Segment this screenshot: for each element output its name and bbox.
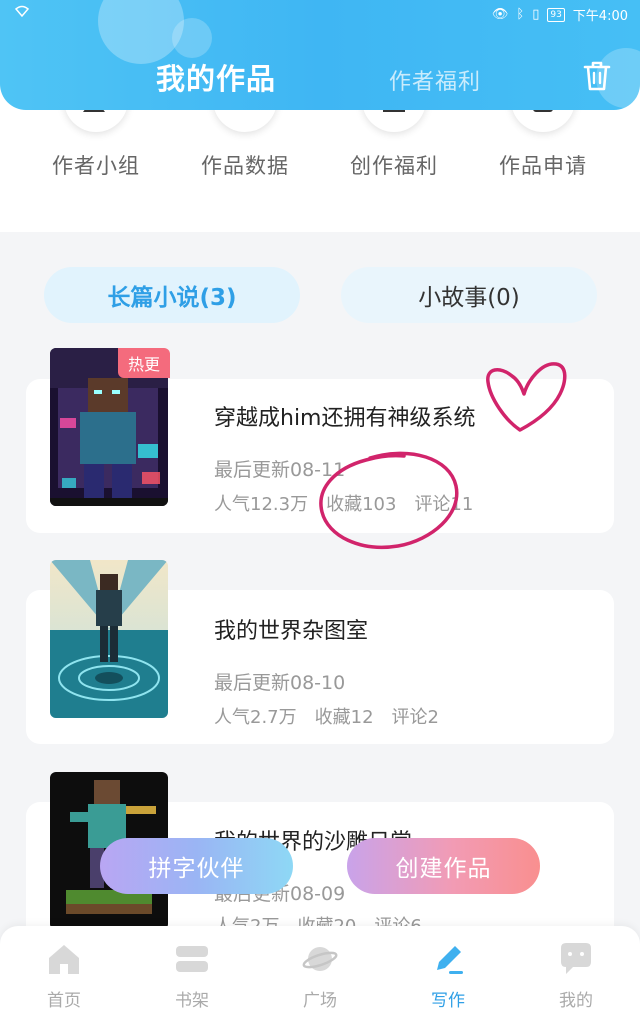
status-icons: 👁 ᛒ ▯ 93 下午4:00 bbox=[492, 5, 628, 24]
tab-short-stories[interactable]: 小故事(0) bbox=[341, 267, 597, 323]
work-comments: 评论2 bbox=[391, 707, 439, 728]
work-title[interactable]: 我的世界杂图室 bbox=[214, 613, 368, 645]
tab-long-novels[interactable]: 长篇小说(3) bbox=[44, 267, 300, 323]
eye-icon: 👁 bbox=[491, 7, 509, 22]
category-label: 作者小组 bbox=[52, 154, 140, 178]
bottom-nav: 首页 书架 广场 写作 我的 bbox=[0, 926, 640, 1024]
work-favorites: 收藏12 bbox=[314, 707, 374, 728]
nav-home[interactable]: 首页 bbox=[24, 940, 104, 1011]
work-stats: 人气2.7万 收藏12 评论2 bbox=[214, 703, 439, 729]
work-cover-image[interactable] bbox=[50, 560, 168, 718]
trash-icon[interactable] bbox=[582, 60, 612, 92]
status-time: 下午4:00 bbox=[572, 9, 628, 24]
nav-write[interactable]: 写作 bbox=[408, 940, 488, 1011]
home-icon bbox=[49, 945, 79, 974]
planet-icon bbox=[302, 947, 338, 971]
nav-label: 首页 bbox=[47, 991, 81, 1011]
battery-icon: 93 bbox=[547, 7, 565, 22]
nav-bookshelf[interactable]: 书架 bbox=[152, 940, 232, 1011]
nav-label: 我的 bbox=[559, 991, 593, 1011]
status-bar: 👁 ᛒ ▯ 93 下午4:00 bbox=[0, 0, 640, 28]
work-popularity: 人气12.3万 bbox=[214, 494, 309, 515]
category-label: 作品申请 bbox=[499, 154, 587, 178]
category-label: 作品数据 bbox=[201, 154, 289, 178]
work-stats: 人气12.3万 收藏103 评论11 bbox=[214, 490, 473, 516]
nav-label: 写作 bbox=[431, 991, 465, 1011]
work-comments: 评论11 bbox=[414, 494, 474, 515]
nav-plaza[interactable]: 广场 bbox=[280, 940, 360, 1011]
writing-partner-button[interactable]: 拼字伙伴 bbox=[100, 838, 293, 894]
nav-mine[interactable]: 我的 bbox=[536, 940, 616, 1011]
work-title[interactable]: 穿越成him还拥有神级系统 bbox=[214, 400, 476, 432]
pen-icon bbox=[437, 946, 463, 974]
bluetooth-icon: ᛒ bbox=[516, 7, 525, 22]
work-updated: 最后更新08-11 bbox=[214, 459, 346, 481]
nav-label: 书架 bbox=[175, 991, 209, 1011]
cover-art-2 bbox=[50, 560, 168, 718]
hot-update-badge: 热更 bbox=[118, 348, 170, 378]
nav-label: 广场 bbox=[303, 991, 337, 1011]
work-favorites: 收藏103 bbox=[326, 494, 397, 515]
tab-author-benefits[interactable]: 作者福利 bbox=[389, 64, 481, 96]
work-popularity: 人气2.7万 bbox=[214, 707, 297, 728]
create-work-button[interactable]: 创建作品 bbox=[347, 838, 540, 894]
tab-my-works[interactable]: 我的作品 bbox=[156, 56, 276, 98]
vibrate-icon: ▯ bbox=[532, 7, 540, 22]
bookshelf-icon bbox=[176, 946, 208, 972]
wifi-icon bbox=[14, 5, 30, 21]
chat-face-icon bbox=[561, 943, 591, 974]
work-updated: 最后更新08-10 bbox=[214, 672, 346, 694]
category-label: 创作福利 bbox=[350, 154, 438, 178]
